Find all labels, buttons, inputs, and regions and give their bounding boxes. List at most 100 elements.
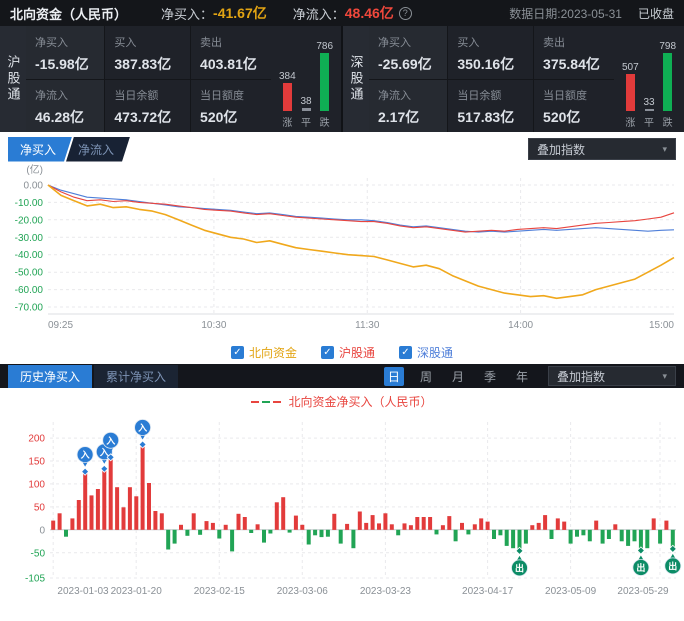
overlay-index-select[interactable]: 叠加指数 ▾ bbox=[528, 138, 676, 160]
stat-value: 375.84亿 bbox=[543, 54, 605, 74]
svg-text:入: 入 bbox=[99, 447, 109, 457]
net-buy-label: 净买入： bbox=[161, 4, 213, 23]
decliners-count: 786 bbox=[316, 41, 333, 52]
northbound-funds-app: 北向资金（人民币） 净买入： -41.67亿 净流入： 48.46亿 ? 数据日… bbox=[0, 0, 684, 610]
decliners-count: 798 bbox=[659, 41, 676, 52]
checkbox-checked-icon[interactable]: ✓ bbox=[399, 346, 412, 359]
stat-label: 当日额度 bbox=[200, 87, 262, 103]
sh-advance-decline-chart: 384 涨 38 平 786 跌 bbox=[271, 26, 341, 132]
stat-value: 473.72亿 bbox=[114, 107, 181, 127]
sz-connect-panel: 深股通 净买入 -25.69亿 买入 350.16亿 卖出 375.84亿 净流… bbox=[343, 26, 684, 132]
legend-label: 北向资金 bbox=[249, 344, 297, 361]
sh-connect-cells: 净买入 -15.98亿 买入 387.83亿 卖出 403.81亿 净流入 46… bbox=[26, 26, 271, 132]
overlay-index-label: 叠加指数 bbox=[557, 368, 605, 385]
svg-text:2023-05-09: 2023-05-09 bbox=[545, 586, 597, 597]
legend-label: 深股通 bbox=[417, 344, 453, 361]
svg-text:2023-01-03: 2023-01-03 bbox=[57, 586, 109, 597]
advancers-count: 384 bbox=[279, 71, 296, 82]
period-switch: 日 周 月 季 年 bbox=[384, 367, 532, 386]
chevron-down-icon: ▾ bbox=[662, 144, 667, 155]
svg-text:-20.00: -20.00 bbox=[15, 215, 44, 226]
svg-text:09:25: 09:25 bbox=[48, 320, 73, 331]
decliners-column: 798 跌 bbox=[658, 30, 677, 129]
tab-net-buy[interactable]: 净买入 bbox=[8, 137, 72, 162]
legend-dash-icon bbox=[251, 401, 259, 403]
advancers-count: 507 bbox=[622, 62, 639, 73]
history-bar-chart[interactable]: 200150100500-50-1052023-01-032023-01-202… bbox=[0, 410, 684, 610]
svg-text:出: 出 bbox=[515, 562, 524, 573]
stat-cell-buy: 买入 387.83亿 bbox=[105, 26, 190, 79]
period-week[interactable]: 周 bbox=[416, 367, 436, 386]
legend-dash-icon bbox=[262, 401, 270, 403]
intraday-line-chart[interactable]: 0.00-10.00-20.00-30.00-40.00-50.00-60.00… bbox=[0, 164, 684, 336]
legend-northbound[interactable]: ✓ 北向资金 bbox=[231, 344, 297, 361]
stat-label: 当日额度 bbox=[543, 87, 605, 103]
line-legend: ✓ 北向资金 ✓ 沪股通 ✓ 深股通 bbox=[0, 336, 684, 364]
stat-cell-net-inflow: 净流入 46.28亿 bbox=[26, 80, 104, 133]
svg-text:2023-05-29: 2023-05-29 bbox=[617, 586, 669, 597]
advancers-label: 涨 bbox=[625, 114, 635, 129]
legend-sz-connect[interactable]: ✓ 深股通 bbox=[399, 344, 453, 361]
header-right: 数据日期:2023-05-31 已收盘 bbox=[509, 5, 674, 22]
stat-value: 403.81亿 bbox=[200, 54, 262, 74]
stat-label: 当日余额 bbox=[114, 87, 181, 103]
svg-text:入: 入 bbox=[80, 450, 90, 460]
net-inflow-label: 净流入： bbox=[293, 4, 345, 23]
svg-text:-60.00: -60.00 bbox=[15, 285, 44, 296]
svg-text:-40.00: -40.00 bbox=[15, 250, 44, 261]
advancers-bar bbox=[626, 74, 635, 111]
net-buy-summary: 净买入： -41.67亿 bbox=[161, 3, 267, 23]
help-icon[interactable]: ? bbox=[399, 7, 412, 20]
overlay-index-select-history[interactable]: 叠加指数 ▾ bbox=[548, 366, 676, 386]
stat-label: 当日余额 bbox=[457, 87, 524, 103]
period-year[interactable]: 年 bbox=[512, 367, 532, 386]
stat-value: -25.69亿 bbox=[378, 54, 438, 74]
checkbox-checked-icon[interactable]: ✓ bbox=[321, 346, 334, 359]
stat-cell-net-inflow: 净流入 2.17亿 bbox=[369, 80, 447, 133]
sh-connect-panel: 沪股通 净买入 -15.98亿 买入 387.83亿 卖出 403.81亿 净流… bbox=[0, 26, 341, 132]
stat-label: 买入 bbox=[457, 34, 524, 50]
header-bar: 北向资金（人民币） 净买入： -41.67亿 净流入： 48.46亿 ? 数据日… bbox=[0, 0, 684, 26]
svg-text:2023-01-20: 2023-01-20 bbox=[111, 586, 163, 597]
advancers-label: 涨 bbox=[282, 114, 292, 129]
tab-cumulative-net-buy[interactable]: 累计净买入 bbox=[94, 365, 178, 388]
decliners-label: 跌 bbox=[663, 114, 673, 129]
unchanged-count: 33 bbox=[643, 97, 654, 108]
decliners-column: 786 跌 bbox=[315, 30, 334, 129]
history-section: 历史净买入 累计净买入 日 周 月 季 年 叠加指数 ▾ 北向资金净买入（人民币… bbox=[0, 364, 684, 610]
legend-sh-connect[interactable]: ✓ 沪股通 bbox=[321, 344, 375, 361]
svg-text:出: 出 bbox=[636, 562, 645, 573]
period-quarter[interactable]: 季 bbox=[480, 367, 500, 386]
advancers-bar bbox=[283, 83, 292, 111]
stat-label: 净买入 bbox=[35, 34, 95, 50]
svg-text:-10.00: -10.00 bbox=[15, 198, 44, 209]
net-buy-value: -41.67亿 bbox=[213, 3, 267, 23]
svg-text:14:00: 14:00 bbox=[508, 320, 533, 331]
sh-connect-label: 沪股通 bbox=[0, 26, 26, 132]
advancers-column: 507 涨 bbox=[621, 30, 640, 129]
stat-cell-quota: 当日额度 520亿 bbox=[191, 80, 271, 133]
tab-history-net-buy[interactable]: 历史净买入 bbox=[8, 365, 92, 388]
sz-connect-cells: 净买入 -25.69亿 买入 350.16亿 卖出 375.84亿 净流入 2.… bbox=[369, 26, 614, 132]
svg-text:-70.00: -70.00 bbox=[15, 303, 44, 314]
sz-connect-label: 深股通 bbox=[343, 26, 369, 132]
svg-text:0: 0 bbox=[39, 525, 45, 536]
svg-text:2023-04-17: 2023-04-17 bbox=[462, 586, 514, 597]
checkbox-checked-icon[interactable]: ✓ bbox=[231, 346, 244, 359]
net-inflow-summary: 净流入： 48.46亿 ? bbox=[293, 3, 412, 23]
unchanged-column: 38 平 bbox=[297, 30, 316, 129]
tab-net-inflow[interactable]: 净流入 bbox=[66, 137, 130, 162]
svg-text:-30.00: -30.00 bbox=[15, 233, 44, 244]
svg-text:2023-03-23: 2023-03-23 bbox=[360, 586, 412, 597]
intraday-section: 净买入 净流入 叠加指数 ▾ 0.00-10.00-20.00-30.00-40… bbox=[0, 132, 684, 364]
stat-cell-net-buy: 净买入 -15.98亿 bbox=[26, 26, 104, 79]
bar-legend: 北向资金净买入（人民币） bbox=[0, 388, 684, 410]
unchanged-label: 平 bbox=[301, 114, 311, 129]
svg-text:10:30: 10:30 bbox=[201, 320, 226, 331]
svg-text:200: 200 bbox=[28, 434, 45, 445]
svg-text:2023-03-06: 2023-03-06 bbox=[277, 586, 329, 597]
period-month[interactable]: 月 bbox=[448, 367, 468, 386]
period-day[interactable]: 日 bbox=[384, 367, 404, 386]
svg-text:-105: -105 bbox=[25, 574, 45, 585]
stat-label: 买入 bbox=[114, 34, 181, 50]
